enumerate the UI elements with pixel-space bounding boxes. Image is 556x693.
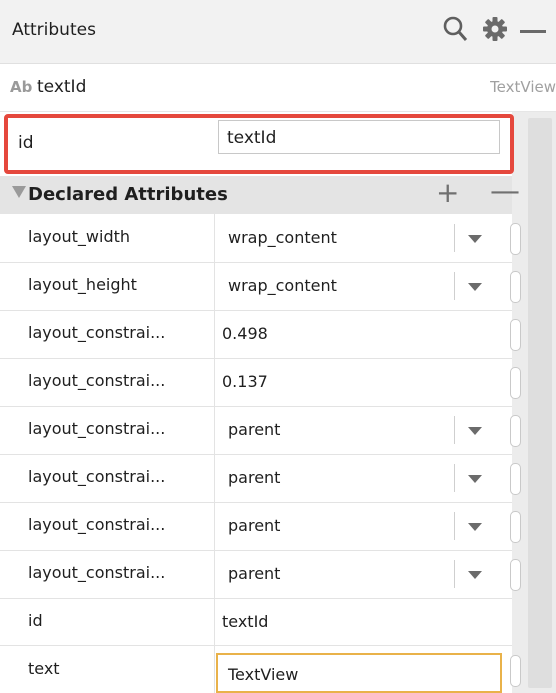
scrollbar[interactable] xyxy=(528,118,552,688)
attribute-row: layout_constrai... 0.137 xyxy=(0,358,521,407)
dropdown-arrow-icon[interactable] xyxy=(468,523,482,531)
attribute-row: layout_constrai... 0.498 xyxy=(0,310,521,359)
attribute-value[interactable]: wrap_content xyxy=(228,276,337,295)
attribute-value[interactable]: textId xyxy=(222,612,268,631)
attribute-row: layout_width wrap_content xyxy=(0,214,521,263)
attribute-name: layout_width xyxy=(28,227,131,246)
text-value-input[interactable]: TextView xyxy=(216,653,502,693)
attribute-name: layout_constrai... xyxy=(28,467,166,486)
declared-attributes-label: Declared Attributes xyxy=(28,184,228,205)
resource-picker-button[interactable] xyxy=(510,319,521,351)
column-divider xyxy=(214,454,215,502)
attribute-name: layout_constrai... xyxy=(28,515,166,534)
column-divider xyxy=(214,550,215,598)
resource-picker-button[interactable] xyxy=(510,367,521,399)
attribute-value[interactable]: 0.498 xyxy=(222,324,268,343)
attribute-value[interactable]: 0.137 xyxy=(222,372,268,391)
attribute-row: layout_constrai... parent xyxy=(0,454,521,503)
resource-picker-button[interactable] xyxy=(510,271,521,303)
dropdown-arrow-icon[interactable] xyxy=(468,475,482,483)
column-divider xyxy=(214,262,215,310)
collapse-triangle-icon[interactable] xyxy=(12,186,26,198)
dropdown-divider xyxy=(454,512,455,540)
minimize-icon[interactable] xyxy=(520,29,546,35)
declared-attributes-header[interactable]: Declared Attributes + — xyxy=(0,174,520,214)
attribute-name: layout_constrai... xyxy=(28,371,166,390)
dropdown-divider xyxy=(454,416,455,444)
attribute-value[interactable]: parent xyxy=(228,516,280,535)
dropdown-divider xyxy=(454,272,455,300)
component-type: TextView xyxy=(490,78,556,96)
column-divider xyxy=(214,214,215,262)
panel-title: Attributes xyxy=(12,20,96,40)
attribute-row: id textId xyxy=(0,598,512,646)
text-component-icon: Ab xyxy=(10,78,33,96)
gear-icon[interactable] xyxy=(482,16,508,42)
resource-picker-button[interactable] xyxy=(510,415,521,447)
resource-picker-button[interactable] xyxy=(510,559,521,591)
dropdown-divider xyxy=(454,464,455,492)
column-divider xyxy=(214,645,215,693)
column-divider xyxy=(214,406,215,454)
attribute-name: layout_height xyxy=(28,275,137,294)
attribute-row: layout_constrai... parent xyxy=(0,406,521,455)
attribute-value[interactable]: parent xyxy=(228,564,280,583)
column-divider xyxy=(214,502,215,550)
column-divider xyxy=(214,598,215,646)
dropdown-arrow-icon[interactable] xyxy=(468,427,482,435)
resource-picker-button[interactable] xyxy=(510,463,521,495)
attribute-value[interactable]: wrap_content xyxy=(228,228,337,247)
dropdown-divider xyxy=(454,224,455,252)
attribute-name: layout_constrai... xyxy=(28,323,166,342)
component-row: Ab textId TextView xyxy=(0,64,556,112)
attribute-name: layout_constrai... xyxy=(28,419,166,438)
resource-picker-button[interactable] xyxy=(510,223,521,255)
attribute-name: text xyxy=(28,659,60,678)
dropdown-arrow-icon[interactable] xyxy=(468,571,482,579)
resource-picker-button[interactable] xyxy=(510,655,521,687)
dropdown-divider xyxy=(454,560,455,588)
attribute-value[interactable]: parent xyxy=(228,468,280,487)
dropdown-arrow-icon[interactable] xyxy=(468,235,482,243)
add-attribute-icon[interactable]: + xyxy=(436,176,459,209)
dropdown-arrow-icon[interactable] xyxy=(468,283,482,291)
attribute-name: layout_constrai... xyxy=(28,563,166,582)
column-divider xyxy=(214,310,215,358)
search-icon[interactable] xyxy=(442,14,468,44)
resource-picker-button[interactable] xyxy=(510,511,521,543)
component-id: textId xyxy=(37,77,87,97)
highlight-box xyxy=(4,114,514,174)
attributes-header: Attributes xyxy=(0,0,556,64)
attribute-value[interactable]: parent xyxy=(228,420,280,439)
attribute-row: layout_constrai... parent xyxy=(0,550,521,599)
remove-attribute-icon[interactable]: — xyxy=(490,174,520,209)
attribute-name: id xyxy=(28,611,43,630)
attribute-row: layout_height wrap_content xyxy=(0,262,521,311)
column-divider xyxy=(214,358,215,406)
attribute-row: layout_constrai... parent xyxy=(0,502,521,551)
